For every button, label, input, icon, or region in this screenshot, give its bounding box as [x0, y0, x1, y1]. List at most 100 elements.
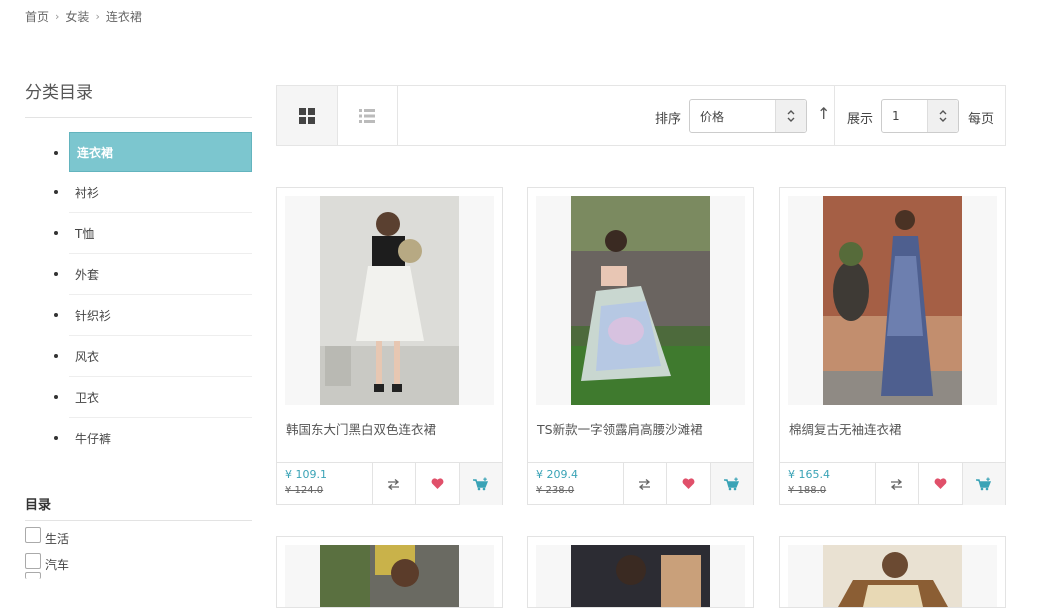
per-page-value: 1	[892, 109, 900, 123]
breadcrumb-separator-icon: ›	[95, 10, 100, 23]
product-footer: ¥ 209.4 ¥ 238.0	[528, 462, 753, 505]
product-photo	[571, 196, 710, 405]
bullet-icon	[54, 190, 58, 194]
product-image[interactable]	[285, 196, 494, 405]
product-card[interactable]: 棉绸复古无袖连衣裙 ¥ 165.4 ¥ 188.0	[779, 187, 1006, 505]
product-card[interactable]: 韩国东大门黑白双色连衣裙 ¥ 109.1 ¥ 124.0	[276, 187, 503, 505]
compare-button[interactable]	[373, 463, 417, 505]
per-page-label: 每页	[968, 112, 995, 127]
filter-option-partial[interactable]	[25, 572, 252, 583]
compare-button[interactable]	[876, 463, 920, 505]
add-to-cart-button[interactable]	[962, 463, 1005, 505]
breadcrumb-women[interactable]: 女装	[65, 8, 89, 25]
compare-icon	[388, 478, 400, 490]
price-box: ¥ 165.4 ¥ 188.0	[780, 463, 876, 505]
product-image[interactable]	[788, 545, 997, 607]
price-current: ¥ 209.4	[536, 468, 578, 481]
product-name[interactable]: 棉绸复古无袖连衣裙	[789, 419, 902, 438]
product-name[interactable]: TS新款一字领露肩高腰沙滩裙	[537, 419, 703, 438]
price-current: ¥ 165.4	[788, 468, 830, 481]
price-box: ¥ 209.4 ¥ 238.0	[528, 463, 624, 505]
category-item-dress[interactable]: 连衣裙	[54, 132, 252, 172]
breadcrumb: 首页 › 女装 › 连衣裙	[25, 8, 142, 25]
cart-icon	[473, 477, 489, 491]
category-item-hoodie[interactable]: 卫衣	[54, 377, 252, 418]
checkbox[interactable]	[25, 553, 41, 569]
compare-icon	[891, 478, 903, 490]
list-view-button[interactable]	[337, 86, 398, 145]
category-list: 连衣裙 衬衫 T恤 外套 针织衫 风衣 卫衣 牛仔裤	[25, 132, 252, 458]
product-image[interactable]	[536, 545, 745, 607]
price-old: ¥ 188.0	[788, 485, 827, 496]
product-card[interactable]	[276, 536, 503, 608]
category-item-shirt[interactable]: 衬衫	[54, 172, 252, 213]
price-old: ¥ 238.0	[536, 485, 575, 496]
price-old: ¥ 124.0	[285, 485, 324, 496]
filter-option-life[interactable]: 生活	[25, 521, 252, 547]
breadcrumb-separator-icon: ›	[55, 10, 60, 23]
bullet-icon	[54, 354, 58, 358]
price-box: ¥ 109.1 ¥ 124.0	[277, 463, 373, 505]
filter-option-car[interactable]: 汽车	[25, 547, 252, 573]
product-name[interactable]: 韩国东大门黑白双色连衣裙	[286, 419, 436, 438]
checkbox[interactable]	[25, 572, 41, 579]
category-label: 风衣	[75, 349, 100, 364]
add-to-cart-button[interactable]	[459, 463, 502, 505]
price-current: ¥ 109.1	[285, 468, 327, 481]
product-photo	[823, 545, 962, 607]
sort-spinner-icon	[775, 100, 806, 132]
breadcrumb-home[interactable]: 首页	[25, 8, 49, 25]
sort-select[interactable]: 价格	[689, 99, 807, 133]
product-footer: ¥ 165.4 ¥ 188.0	[780, 462, 1005, 505]
category-label: 连衣裙	[77, 145, 114, 160]
product-photo	[823, 196, 962, 405]
category-item-jeans[interactable]: 牛仔裤	[54, 418, 252, 458]
category-item-coat[interactable]: 外套	[54, 254, 252, 295]
sort-select-value: 价格	[700, 109, 725, 124]
toolbar-divider	[834, 86, 835, 145]
breadcrumb-current: 连衣裙	[105, 10, 142, 24]
category-label: T恤	[75, 226, 95, 241]
per-page-select[interactable]: 1	[881, 99, 959, 133]
wishlist-button[interactable]	[667, 463, 711, 505]
grid-view-button[interactable]	[277, 86, 338, 145]
list-view-icon	[359, 108, 375, 123]
product-card[interactable]	[779, 536, 1006, 608]
category-item-knitwear[interactable]: 针织衫	[54, 295, 252, 336]
bullet-icon	[54, 313, 58, 317]
product-image[interactable]	[788, 196, 997, 405]
grid-view-icon	[299, 107, 315, 124]
category-label: 衬衫	[75, 185, 100, 200]
checkbox[interactable]	[25, 527, 41, 543]
bullet-icon	[54, 151, 58, 155]
category-label: 外套	[75, 267, 100, 282]
cart-icon	[724, 477, 740, 491]
compare-button[interactable]	[624, 463, 668, 505]
product-footer: ¥ 109.1 ¥ 124.0	[277, 462, 502, 505]
filter-title: 目录	[25, 494, 252, 521]
heart-icon	[431, 478, 444, 489]
product-photo	[320, 196, 459, 405]
checkbox-label: 汽车	[45, 558, 70, 572]
product-card[interactable]: TS新款一字领露肩高腰沙滩裙 ¥ 209.4 ¥ 238.0	[527, 187, 754, 505]
category-sidebar: 分类目录 连衣裙 衬衫 T恤 外套 针织衫 风衣 卫衣 牛仔裤	[25, 78, 252, 458]
heart-icon	[682, 478, 695, 489]
wishlist-button[interactable]	[919, 463, 963, 505]
sidebar-title: 分类目录	[25, 78, 252, 118]
product-photo	[320, 545, 459, 607]
bullet-icon	[54, 436, 58, 440]
heart-icon	[934, 478, 947, 489]
product-card[interactable]	[527, 536, 754, 608]
compare-icon	[639, 478, 651, 490]
category-item-tshirt[interactable]: T恤	[54, 213, 252, 254]
sort-label: 排序	[655, 112, 682, 127]
bullet-icon	[54, 395, 58, 399]
category-item-trenchcoat[interactable]: 风衣	[54, 336, 252, 377]
wishlist-button[interactable]	[416, 463, 460, 505]
add-to-cart-button[interactable]	[710, 463, 753, 505]
sort-arrow-icon[interactable]: ↑	[817, 104, 830, 123]
category-label: 针织衫	[75, 308, 112, 323]
checkbox-label: 生活	[45, 532, 70, 546]
product-image[interactable]	[285, 545, 494, 607]
product-image[interactable]	[536, 196, 745, 405]
